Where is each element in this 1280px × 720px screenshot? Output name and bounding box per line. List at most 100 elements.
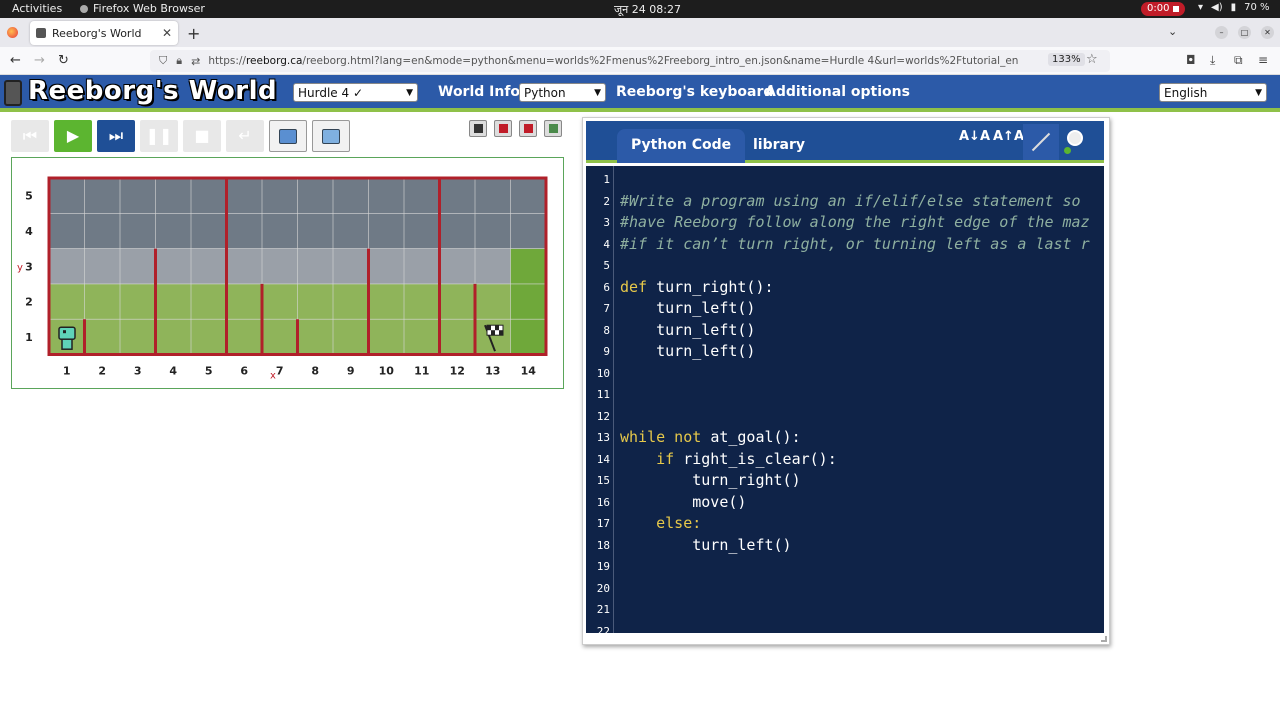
line-number: 2 — [603, 194, 610, 208]
code-line[interactable]: 19 — [586, 555, 1104, 577]
pocket-icon[interactable]: ◘ — [1186, 53, 1196, 67]
code-line[interactable]: 12 — [586, 405, 1104, 427]
code-line[interactable]: 14 if right_is_clear(): — [586, 448, 1104, 470]
code-line[interactable]: 8 turn_left() — [586, 319, 1104, 341]
code-line[interactable]: 13 while not at_goal(): — [586, 426, 1104, 448]
code-text: if right_is_clear(): — [620, 450, 837, 468]
step-button[interactable]: ⏭ — [97, 120, 135, 152]
pause-button[interactable]: ❚❚ — [140, 120, 178, 152]
minimize-icon[interactable]: – — [1215, 26, 1228, 39]
code-line[interactable]: 20 — [586, 577, 1104, 599]
system-tray[interactable]: ▾ ◀) ▮ 70 % — [1198, 2, 1270, 13]
code-line[interactable]: 15 turn_right() — [586, 469, 1104, 491]
world-options-button[interactable] — [544, 120, 562, 137]
list-tabs-icon[interactable]: ⌄ — [1168, 25, 1177, 38]
permissions-icon[interactable]: ⇄ — [191, 55, 200, 68]
code-line[interactable]: 1 — [586, 168, 1104, 190]
back-icon[interactable]: ← — [10, 53, 21, 68]
tab-library[interactable]: library — [739, 129, 819, 163]
open-file-button[interactable] — [312, 120, 350, 152]
code-line[interactable]: 5 — [586, 254, 1104, 276]
world-info-button[interactable]: World Info — [438, 84, 520, 100]
close-window-icon[interactable]: ✕ — [1261, 26, 1274, 39]
browser-tab[interactable]: Reeborg's World ✕ — [30, 21, 178, 45]
code-line[interactable]: 18 turn_left() — [586, 534, 1104, 556]
zoom-indicator[interactable]: 133% — [1048, 53, 1085, 66]
line-number: 16 — [596, 495, 610, 509]
resize-grip[interactable] — [1101, 636, 1107, 642]
y-tick-label: 2 — [25, 296, 33, 309]
clock[interactable]: जून 24 08:27 — [614, 2, 681, 17]
magnifier-icon[interactable] — [1067, 130, 1083, 146]
mode-select[interactable]: Python ▼ — [519, 83, 606, 102]
volume-icon: ◀) — [1211, 2, 1223, 13]
code-text: #have Reeborg follow along the right edg… — [620, 213, 1090, 231]
x-tick-label: 7 — [276, 365, 284, 378]
tab-python-code[interactable]: Python Code — [617, 129, 746, 163]
reload-icon[interactable]: ↻ — [58, 53, 69, 68]
maximize-icon[interactable]: □ — [1238, 26, 1251, 39]
world-canvas[interactable]: 1 2 3 4 5 6 7 8 9 10 11 12 13 14 1 2 3 4 5 x y — [11, 157, 564, 389]
font-increase-button[interactable]: A↑A — [993, 129, 1024, 144]
code-line[interactable]: 10 — [586, 362, 1104, 384]
url-text[interactable]: https://reeborg.ca/reeborg.html?lang=en&… — [208, 55, 1018, 67]
x-tick-label: 4 — [169, 365, 177, 378]
stop-icon — [1173, 6, 1180, 12]
close-tab-icon[interactable]: ✕ — [162, 26, 172, 40]
stop-icon: ■ — [194, 126, 210, 145]
font-decrease-button[interactable]: A↓A — [959, 129, 990, 144]
robot-icon — [474, 124, 483, 133]
shield-icon[interactable]: ⛉ — [159, 54, 167, 68]
code-token: turn_left() — [620, 535, 792, 554]
save-file-button[interactable] — [269, 120, 307, 152]
lock-icon[interactable]: 🔒︎ — [176, 54, 182, 68]
edit-world-button[interactable] — [494, 120, 512, 137]
site-logo: Reeborg's World — [28, 76, 278, 106]
pen-icon[interactable] — [1023, 124, 1059, 160]
firefox-logo-icon — [7, 27, 18, 38]
wifi-icon: ▾ — [1198, 2, 1204, 13]
return-icon: ↵ — [238, 126, 252, 145]
additional-options-button[interactable]: Additional options — [765, 84, 910, 100]
code-line[interactable]: 9 turn_left() — [586, 340, 1104, 362]
address-bar[interactable]: ⛉ 🔒︎ ⇄ https://reeborg.ca/reeborg.html?l… — [150, 50, 1110, 72]
forward-icon[interactable]: → — [34, 53, 45, 68]
keyboard-button[interactable]: Reeborg's keyboard — [616, 84, 773, 100]
highlight-button[interactable] — [519, 120, 537, 137]
activities-button[interactable]: Activities — [12, 2, 62, 15]
code-line[interactable]: 2 #Write a program using an if/elif/else … — [586, 190, 1104, 212]
run-button[interactable]: ▶ — [54, 120, 92, 152]
world-select[interactable]: Hurdle 4 ✓ ▼ — [293, 83, 418, 102]
code-line[interactable]: 4 #if it can’t turn right, or turning lef… — [586, 233, 1104, 255]
reverse-step-button[interactable]: ⏮ — [11, 120, 49, 152]
language-select[interactable]: English ▼ — [1159, 83, 1267, 102]
robot-details-button[interactable] — [469, 120, 487, 137]
code-text: #if it can’t turn right, or turning left… — [620, 235, 1090, 253]
extensions-icon[interactable]: ⧉ — [1234, 53, 1243, 68]
code-token: turn_left() — [620, 299, 756, 317]
y-tick-label: 3 — [25, 260, 33, 273]
code-line[interactable]: 3 #have Reeborg follow along the right ed… — [586, 211, 1104, 233]
stop-button[interactable]: ■ — [183, 120, 221, 152]
reload-world-button[interactable]: ↵ — [226, 120, 264, 152]
code-line[interactable]: 21 — [586, 598, 1104, 620]
code-editor[interactable]: 1 2 #Write a program using an if/elif/else… — [586, 166, 1104, 633]
screen-recording-indicator[interactable]: 0:00 — [1141, 2, 1186, 16]
x-tick-label: 12 — [450, 365, 465, 378]
downloads-icon[interactable]: ⤓ — [1210, 53, 1215, 68]
bookmark-star-icon[interactable]: ☆ — [1086, 52, 1098, 67]
code-line[interactable]: 7 turn_left() — [586, 297, 1104, 319]
code-line[interactable]: 17 else: — [586, 512, 1104, 534]
code-line[interactable]: 11 — [586, 383, 1104, 405]
code-line[interactable]: 22 — [586, 620, 1104, 634]
app-menu[interactable]: Firefox Web Browser — [80, 2, 205, 15]
play-icon: ▶ — [66, 126, 80, 145]
x-tick-label: 3 — [134, 365, 142, 378]
code-line[interactable]: 16 move() — [586, 491, 1104, 513]
code-line[interactable]: 6 def turn_right(): — [586, 276, 1104, 298]
code-text: turn_left() — [620, 299, 755, 317]
edit-world-icon — [499, 124, 508, 133]
reverse-step-icon: ⏮ — [22, 126, 38, 145]
new-tab-icon[interactable]: + — [187, 24, 200, 43]
menu-icon[interactable]: ≡ — [1258, 53, 1268, 67]
